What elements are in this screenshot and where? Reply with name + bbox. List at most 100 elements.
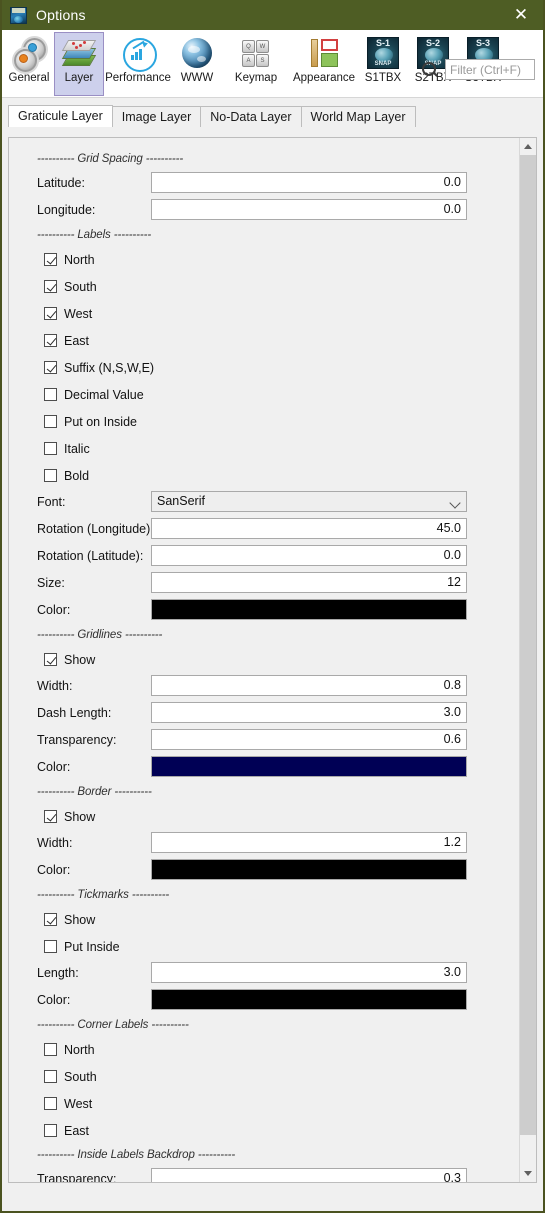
tab-image-layer[interactable]: Image Layer bbox=[111, 106, 202, 127]
checkbox-row-labels-put-on-inside[interactable]: Put on Inside bbox=[9, 408, 519, 435]
checkbox-labels-bold[interactable] bbox=[44, 469, 57, 482]
size-label: Size: bbox=[37, 575, 65, 590]
checkbox-row-labels-west[interactable]: West bbox=[9, 300, 519, 327]
toolbar-item-general[interactable]: General bbox=[4, 32, 54, 96]
checkbox-corner-north[interactable] bbox=[44, 1043, 57, 1056]
gridlines-width-input[interactable]: 0.8 bbox=[151, 675, 467, 696]
checkbox-corner-east[interactable] bbox=[44, 1124, 57, 1137]
tab-graticule-layer[interactable]: Graticule Layer bbox=[8, 105, 113, 127]
row-longitude: Longitude: 0.0 bbox=[9, 197, 519, 222]
toolbar-item-s1tbx[interactable]: S-1 SNAP S1TBX bbox=[358, 32, 408, 96]
vertical-scrollbar[interactable] bbox=[519, 138, 536, 1182]
tickmarks-color-swatch[interactable] bbox=[151, 989, 467, 1010]
toolbar-item-appearance[interactable]: Appearance bbox=[290, 32, 358, 96]
checkbox-labels-south[interactable] bbox=[44, 280, 57, 293]
scroll-up-button[interactable] bbox=[520, 138, 536, 155]
checkbox-corner-west[interactable] bbox=[44, 1097, 57, 1110]
font-select[interactable]: SanSerif bbox=[151, 491, 467, 512]
s1-sub: SNAP bbox=[374, 61, 392, 67]
tickmarks-length-input[interactable]: 3.0 bbox=[151, 962, 467, 983]
latitude-label: Latitude: bbox=[37, 175, 85, 190]
checkbox-labels-suffix[interactable] bbox=[44, 361, 57, 374]
checkbox-border-show[interactable] bbox=[44, 810, 57, 823]
checkbox-label-labels-west: West bbox=[64, 306, 93, 321]
tickmarks-color-label: Color: bbox=[37, 992, 71, 1007]
rotation-longitude-label: Rotation (Longitude): bbox=[37, 521, 154, 536]
checkbox-label-labels-decimal-value: Decimal Value bbox=[64, 387, 144, 402]
checkbox-labels-east[interactable] bbox=[44, 334, 57, 347]
toolbar-item-layer[interactable]: Layer bbox=[54, 32, 104, 96]
border-width-input[interactable]: 1.2 bbox=[151, 832, 467, 853]
checkbox-label-labels-east: East bbox=[64, 333, 90, 348]
scroll-down-button[interactable] bbox=[520, 1165, 536, 1182]
scrollbar-thumb[interactable] bbox=[520, 155, 536, 1135]
toolbar-item-performance[interactable]: Performance bbox=[104, 32, 172, 96]
size-input[interactable]: 12 bbox=[151, 572, 467, 593]
border-color-swatch[interactable] bbox=[151, 859, 467, 880]
options-window: Options ✕ General Layer Performance WWW … bbox=[0, 0, 545, 1213]
toolbar-label-layer: Layer bbox=[64, 72, 94, 84]
checkbox-row-labels-south[interactable]: South bbox=[9, 273, 519, 300]
checkbox-row-corner-north[interactable]: North bbox=[9, 1036, 519, 1063]
rotation-latitude-label: Rotation (Latitude): bbox=[37, 548, 144, 563]
checkbox-tickmarks-put-inside[interactable] bbox=[44, 940, 57, 953]
checkbox-row-corner-west[interactable]: West bbox=[9, 1090, 519, 1117]
tab-world-map-layer[interactable]: World Map Layer bbox=[300, 106, 416, 127]
gridlines-dash-length-input[interactable]: 3.0 bbox=[151, 702, 467, 723]
longitude-label: Longitude: bbox=[37, 202, 96, 217]
labels-color-swatch[interactable] bbox=[151, 599, 467, 620]
checkbox-labels-put-on-inside[interactable] bbox=[44, 415, 57, 428]
checkbox-row-gridlines-show[interactable]: Show bbox=[9, 646, 519, 673]
border-width-label: Width: bbox=[37, 835, 73, 850]
checkbox-label-corner-south: South bbox=[64, 1069, 97, 1084]
border-color-label: Color: bbox=[37, 862, 71, 877]
latitude-input[interactable]: 0.0 bbox=[151, 172, 467, 193]
rotation-latitude-input[interactable]: 0.0 bbox=[151, 545, 467, 566]
tab-no-data-layer[interactable]: No-Data Layer bbox=[200, 106, 302, 127]
checkbox-row-corner-east[interactable]: East bbox=[9, 1117, 519, 1144]
checkbox-row-labels-east[interactable]: East bbox=[9, 327, 519, 354]
keyboard-keys-icon: QWAS bbox=[238, 36, 274, 70]
toolbar-item-keymap[interactable]: QWAS Keymap bbox=[222, 32, 290, 96]
row-backdrop-transparency: Transparency: 0.3 bbox=[9, 1166, 519, 1182]
longitude-input[interactable]: 0.0 bbox=[151, 199, 467, 220]
checkbox-row-tickmarks-show[interactable]: Show bbox=[9, 906, 519, 933]
title-bar: Options ✕ bbox=[2, 0, 543, 30]
checkbox-row-labels-north[interactable]: North bbox=[9, 246, 519, 273]
checkbox-label-corner-west: West bbox=[64, 1096, 93, 1111]
checkbox-row-tickmarks-put-inside[interactable]: Put Inside bbox=[9, 933, 519, 960]
gridlines-color-swatch[interactable] bbox=[151, 756, 467, 777]
rotation-longitude-input[interactable]: 45.0 bbox=[151, 518, 467, 539]
checkbox-label-labels-put-on-inside: Put on Inside bbox=[64, 414, 137, 429]
checkbox-row-labels-italic[interactable]: Italic bbox=[9, 435, 519, 462]
options-toolbar: General Layer Performance WWW Q W A S Ke… bbox=[2, 30, 543, 98]
checkbox-labels-west[interactable] bbox=[44, 307, 57, 320]
checkbox-row-labels-bold[interactable]: Bold bbox=[9, 462, 519, 489]
graticule-form-scroll-area: ---------- Grid Spacing ---------- Latit… bbox=[9, 138, 519, 1182]
checkbox-label-tickmarks-put-inside: Put Inside bbox=[64, 939, 120, 954]
checkbox-labels-italic[interactable] bbox=[44, 442, 57, 455]
filter-input[interactable] bbox=[445, 59, 535, 80]
gridlines-transparency-input[interactable]: 0.6 bbox=[151, 729, 467, 750]
checkbox-row-border-show[interactable]: Show bbox=[9, 803, 519, 830]
checkbox-row-labels-decimal-value[interactable]: Decimal Value bbox=[9, 381, 519, 408]
font-label: Font: bbox=[37, 494, 66, 509]
toolbar-item-www[interactable]: WWW bbox=[172, 32, 222, 96]
checkbox-gridlines-show[interactable] bbox=[44, 653, 57, 666]
checkbox-tickmarks-show[interactable] bbox=[44, 913, 57, 926]
checkbox-row-corner-south[interactable]: South bbox=[9, 1063, 519, 1090]
scrollbar-track[interactable] bbox=[520, 155, 536, 1165]
row-labels-color: Color: bbox=[9, 597, 519, 622]
snap-app-icon bbox=[10, 6, 27, 24]
globe-icon bbox=[179, 36, 215, 70]
checkbox-row-labels-suffix[interactable]: Suffix (N,S,W,E) bbox=[9, 354, 519, 381]
gridlines-color-label: Color: bbox=[37, 759, 71, 774]
backdrop-transparency-input[interactable]: 0.3 bbox=[151, 1168, 467, 1182]
close-icon[interactable]: ✕ bbox=[499, 0, 543, 30]
row-size: Size: 12 bbox=[9, 570, 519, 595]
checkbox-label-gridlines-show: Show bbox=[64, 652, 96, 667]
checkbox-labels-north[interactable] bbox=[44, 253, 57, 266]
checkbox-labels-decimal-value[interactable] bbox=[44, 388, 57, 401]
toolbar-label-www: WWW bbox=[180, 72, 214, 84]
checkbox-corner-south[interactable] bbox=[44, 1070, 57, 1083]
